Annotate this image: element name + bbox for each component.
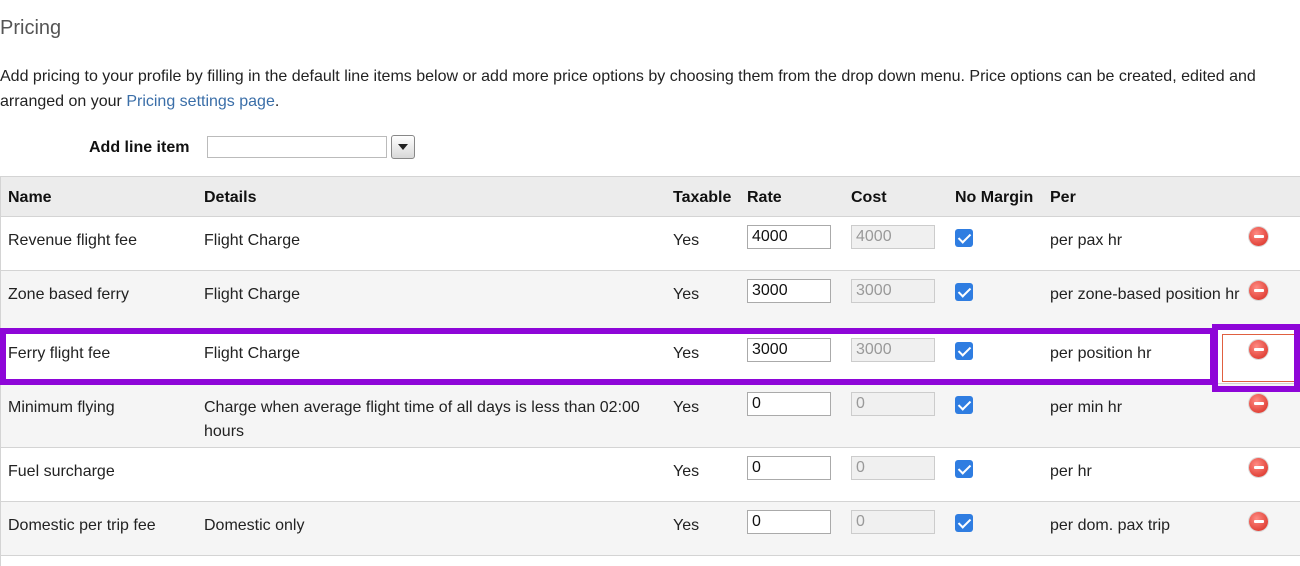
table-row: Minimum flying Charge when average fligh… bbox=[1, 384, 1300, 448]
chevron-down-icon bbox=[398, 144, 408, 150]
rate-input[interactable] bbox=[747, 338, 831, 362]
row-per: per position hr bbox=[1050, 345, 1152, 362]
row-taxable: Yes bbox=[673, 286, 700, 303]
header-details: Details bbox=[204, 189, 257, 206]
row-taxable: Yes bbox=[673, 232, 700, 249]
no-margin-checkbox[interactable] bbox=[955, 514, 973, 532]
row-taxable: Yes bbox=[673, 517, 700, 534]
rate-input[interactable] bbox=[747, 510, 831, 534]
add-line-item-label: Add line item bbox=[89, 139, 190, 156]
row-taxable: Yes bbox=[673, 463, 700, 480]
add-line-item-row: Add line item bbox=[0, 134, 600, 162]
row-taxable: Yes bbox=[673, 345, 700, 362]
cost-input bbox=[851, 279, 935, 303]
row-name: Minimum flying bbox=[8, 399, 115, 416]
no-margin-checkbox[interactable] bbox=[955, 229, 973, 247]
pricing-settings-link[interactable]: Pricing settings page bbox=[126, 93, 275, 110]
header-cost: Cost bbox=[851, 189, 887, 206]
table-header: Name Details Taxable Rate Cost No Margin… bbox=[1, 176, 1300, 217]
remove-circle-icon[interactable] bbox=[1249, 458, 1268, 477]
pricing-table: Name Details Taxable Rate Cost No Margin… bbox=[0, 176, 1300, 566]
remove-circle-icon[interactable] bbox=[1249, 394, 1268, 413]
cost-input bbox=[851, 338, 935, 362]
row-per: per zone-based position hr bbox=[1050, 286, 1240, 303]
header-per: Per bbox=[1050, 189, 1076, 206]
rate-input[interactable] bbox=[747, 225, 831, 249]
row-details: Domestic only bbox=[204, 517, 305, 534]
row-per: per dom. pax trip bbox=[1050, 517, 1171, 534]
row-name: Revenue flight fee bbox=[8, 232, 137, 249]
remove-circle-icon[interactable] bbox=[1249, 340, 1268, 359]
row-name: Ferry flight fee bbox=[8, 345, 111, 362]
remove-circle-icon[interactable] bbox=[1249, 512, 1268, 531]
page-title: Pricing bbox=[0, 17, 62, 39]
intro-paragraph: Add pricing to your profile by filling i… bbox=[0, 64, 1290, 114]
header-taxable: Taxable bbox=[673, 189, 732, 206]
row-details: Flight Charge bbox=[204, 232, 301, 249]
rate-input[interactable] bbox=[747, 279, 831, 303]
row-details: Flight Charge bbox=[204, 345, 301, 362]
header-name: Name bbox=[8, 189, 52, 206]
rate-input[interactable] bbox=[747, 392, 831, 416]
table-row-partial bbox=[1, 556, 1300, 566]
row-per: per pax hr bbox=[1050, 232, 1123, 249]
table-row: Zone based ferry Flight Charge Yes per z… bbox=[1, 271, 1300, 330]
row-name: Fuel surcharge bbox=[8, 463, 115, 480]
header-no-margin: No Margin bbox=[955, 189, 1034, 206]
row-details: Flight Charge bbox=[204, 286, 301, 303]
header-rate: Rate bbox=[747, 189, 782, 206]
no-margin-checkbox[interactable] bbox=[955, 283, 973, 301]
row-taxable: Yes bbox=[673, 399, 700, 416]
remove-circle-icon[interactable] bbox=[1249, 281, 1268, 300]
row-details: Charge when average flight time of all d… bbox=[204, 399, 640, 440]
table-row: Fuel surcharge Yes per hr bbox=[1, 448, 1300, 502]
table-row: Revenue flight fee Flight Charge Yes per… bbox=[1, 217, 1300, 271]
row-per: per min hr bbox=[1050, 399, 1123, 416]
row-name: Zone based ferry bbox=[8, 286, 129, 303]
cost-input bbox=[851, 456, 935, 480]
table-row: Domestic per trip fee Domestic only Yes … bbox=[1, 502, 1300, 556]
rate-input[interactable] bbox=[747, 456, 831, 480]
no-margin-checkbox[interactable] bbox=[955, 342, 973, 360]
row-name: Domestic per trip fee bbox=[8, 517, 156, 534]
cost-input bbox=[851, 392, 935, 416]
intro-end: . bbox=[274, 93, 280, 110]
add-line-item-select[interactable] bbox=[207, 136, 387, 158]
table-row-highlighted: Ferry flight fee Flight Charge Yes per p… bbox=[1, 330, 1300, 384]
remove-circle-icon[interactable] bbox=[1249, 227, 1268, 246]
no-margin-checkbox[interactable] bbox=[955, 460, 973, 478]
row-per: per hr bbox=[1050, 463, 1092, 480]
cost-input bbox=[851, 510, 935, 534]
no-margin-checkbox[interactable] bbox=[955, 396, 973, 414]
dropdown-button[interactable] bbox=[391, 135, 415, 159]
cost-input bbox=[851, 225, 935, 249]
